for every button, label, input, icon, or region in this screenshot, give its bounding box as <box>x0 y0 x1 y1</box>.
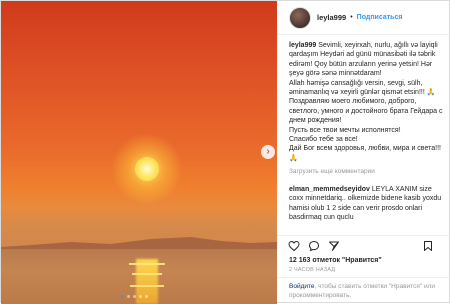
likes-count[interactable]: 12 163 отметок "Нравится" <box>289 257 382 264</box>
caption-text: Sevimli, xeyirxah, nurlu, ağıllı və layi… <box>289 42 443 162</box>
reflection-line <box>130 285 164 287</box>
carousel-dot-active <box>121 295 124 298</box>
carousel-dot <box>145 295 148 298</box>
caption: leyla999 Sevimli, xeyirxah, nurlu, ağıll… <box>289 41 445 163</box>
post-header: leyla999 • Подписаться <box>277 1 450 35</box>
instagram-post: › leyla999 • Подписаться leyla999 Seviml… <box>0 0 450 304</box>
carousel-dot <box>139 295 142 298</box>
login-to-comment: Войдите, чтобы ставить отметки "Нравится… <box>277 277 450 304</box>
action-bar <box>277 235 450 255</box>
header-username[interactable]: leyla999 <box>317 13 346 22</box>
carousel-dots <box>121 295 148 298</box>
avatar[interactable] <box>289 6 311 29</box>
post-timestamp[interactable]: 2 часов назад <box>289 267 335 273</box>
login-link[interactable]: Войдите <box>289 283 315 290</box>
share-icon[interactable] <box>327 239 341 253</box>
sun <box>135 157 159 181</box>
next-photo-button[interactable]: › <box>261 145 275 159</box>
load-more-comments[interactable]: Загрузить еще комментарии <box>289 167 445 176</box>
post-photo[interactable]: › <box>1 1 277 304</box>
comment-username[interactable]: elman_memmedseyidov <box>289 186 370 193</box>
reflection-line <box>132 273 162 275</box>
caption-username[interactable]: leyla999 <box>289 42 316 49</box>
follow-button[interactable]: Подписаться <box>357 14 403 21</box>
bookmark-icon[interactable] <box>421 239 435 253</box>
post-sidebar: leyla999 • Подписаться leyla999 Sevimli,… <box>277 1 450 304</box>
carousel-dot <box>127 295 130 298</box>
heart-icon[interactable] <box>287 239 301 253</box>
comments-section: leyla999 Sevimli, xeyirxah, nurlu, ağıll… <box>289 41 445 241</box>
carousel-dot <box>133 295 136 298</box>
comment-item: elman_memmedseyidov LEYLA XANIM size cox… <box>289 185 445 223</box>
comment-icon[interactable] <box>307 239 321 253</box>
chevron-right-icon: › <box>266 146 270 157</box>
header-separator: • <box>350 14 353 21</box>
reflection-line <box>129 263 165 265</box>
